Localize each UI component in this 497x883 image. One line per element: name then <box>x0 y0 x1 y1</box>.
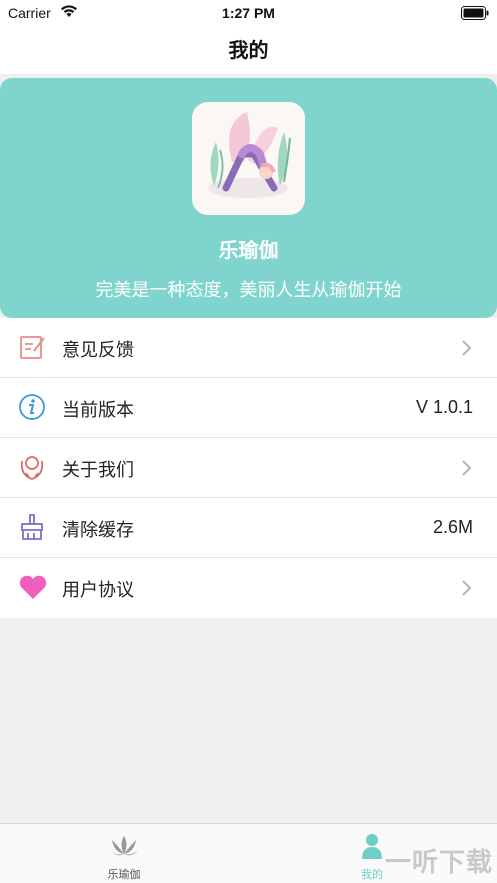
menu-item-label: 关于我们 <box>62 460 134 481</box>
chevron-right-icon <box>461 458 473 478</box>
about-icon <box>18 453 46 481</box>
menu-item-feedback[interactable]: 意见反馈 <box>0 318 497 378</box>
info-icon <box>18 393 46 421</box>
cache-size-value: 2.6M <box>432 517 473 537</box>
broom-icon <box>18 513 46 541</box>
watermark: 一听下载 <box>384 848 493 878</box>
status-bar: Carrier 1:27 PM <box>0 0 497 28</box>
app-slogan: 完美是一种态度，美丽人生从瑜伽开始 <box>95 280 402 301</box>
lotus-icon <box>108 832 140 860</box>
heart-icon <box>18 573 47 601</box>
clock: 1:27 PM <box>222 5 275 21</box>
chevron-right-icon <box>461 578 473 598</box>
menu-item-label: 意见反馈 <box>62 340 134 361</box>
profile-header: 乐瑜伽 完美是一种态度，美丽人生从瑜伽开始 <box>0 78 497 318</box>
version-value: V 1.0.1 <box>415 397 473 417</box>
menu-item-about[interactable]: 关于我们 <box>0 438 497 498</box>
feedback-icon <box>18 333 46 361</box>
menu-item-label: 当前版本 <box>62 400 134 421</box>
page-title: 我的 <box>228 38 269 62</box>
settings-menu: 意见反馈 当前版本 V 1.0.1 关于我们 清除缓存 2.6M 用户协议 <box>0 318 497 618</box>
chevron-right-icon <box>461 338 473 358</box>
nav-bar: 我的 <box>0 28 497 74</box>
menu-item-user-agreement[interactable]: 用户协议 <box>0 558 497 618</box>
menu-item-label: 清除缓存 <box>62 520 134 541</box>
menu-item-version[interactable]: 当前版本 V 1.0.1 <box>0 378 497 438</box>
tab-yoga[interactable]: 乐瑜伽 <box>0 824 248 883</box>
menu-item-clear-cache[interactable]: 清除缓存 2.6M <box>0 498 497 558</box>
battery-icon <box>461 6 489 25</box>
yoga-app-icon <box>192 102 305 215</box>
person-icon <box>356 832 388 860</box>
menu-item-label: 用户协议 <box>62 580 134 601</box>
app-name: 乐瑜伽 <box>218 238 279 262</box>
tab-label: 乐瑜伽 <box>107 868 141 881</box>
